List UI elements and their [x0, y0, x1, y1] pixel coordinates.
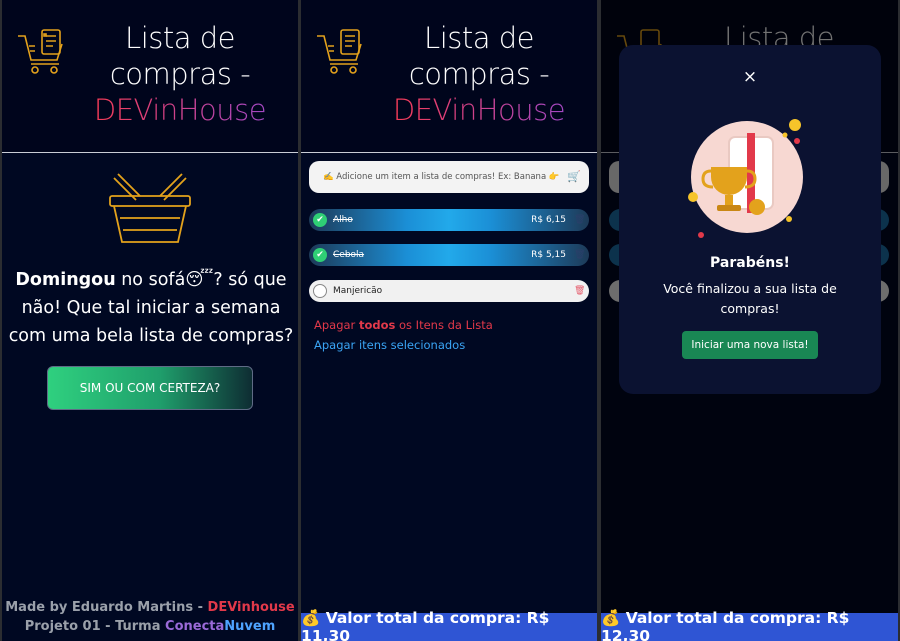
unchecked-circle-icon[interactable]: [313, 284, 327, 298]
app-header: Lista de compras - DEVinHouse: [2, 0, 298, 153]
completion-screen: Lista de compras - DEVinHouse × Parab: [601, 0, 898, 641]
app-title: Lista de compras - DEVinHouse: [373, 20, 585, 128]
shopping-cart-icon: [317, 29, 362, 74]
trash-icon[interactable]: 🗑: [574, 286, 585, 297]
checked-icon[interactable]: ✔: [313, 213, 327, 227]
trash-icon[interactable]: 🗑: [574, 250, 585, 261]
close-icon[interactable]: ×: [740, 67, 760, 87]
modal-title: Parabéns!: [710, 255, 790, 271]
start-list-button[interactable]: SIM OU COM CERTEZA?: [47, 366, 253, 410]
add-item-bar: 🛒: [309, 161, 589, 193]
greeting-text: Domingou no sofá😴? só que não! Que tal i…: [8, 270, 294, 346]
congrats-modal: × Parabéns! Você finalizou a sua lista d…: [619, 45, 881, 394]
delete-all-link[interactable]: Apagar todos os Itens da Lista: [314, 318, 493, 332]
basket-icon: [109, 173, 191, 243]
add-to-cart-icon[interactable]: 🛒: [567, 171, 581, 183]
shopping-cart-icon: [18, 29, 63, 74]
list-item[interactable]: ✔ Alho R$ 6,15 🗑: [309, 209, 589, 231]
trophy-icon: [688, 119, 803, 238]
add-item-input[interactable]: [323, 172, 567, 182]
list-item[interactable]: Manjericão 🗑: [309, 280, 589, 302]
welcome-screen: Lista de compras - DEVinHouse Domingou n…: [2, 0, 298, 641]
checked-icon[interactable]: ✔: [313, 248, 327, 262]
item-price: R$ 5,15: [531, 250, 566, 260]
item-price: R$ 6,15: [531, 215, 566, 225]
list-item[interactable]: ✔ Cebola R$ 5,15 🗑: [309, 244, 589, 266]
total-bar: 💰 Valor total da compra: R$ 11,30: [301, 609, 597, 641]
trash-icon[interactable]: 🗑: [574, 215, 585, 226]
credits: Made by Eduardo Martins - DEVinhouse Pro…: [5, 600, 295, 634]
shopping-list-screen: Lista de compras - DEVinHouse 🛒 ✔ Alho R…: [301, 0, 597, 641]
app-title: Lista de compras - DEVinHouse: [74, 20, 286, 128]
total-bar: 💰 Valor total da compra: R$ 12,30: [601, 609, 898, 641]
item-name: Cebola: [333, 250, 365, 260]
delete-selected-link[interactable]: Apagar itens selecionados: [314, 338, 465, 352]
item-name: Manjericão: [333, 286, 383, 296]
brand-name: DEVinHouse: [373, 92, 585, 128]
brand-name: DEVinHouse: [74, 92, 286, 128]
app-header: Lista de compras - DEVinHouse: [301, 0, 597, 153]
modal-body: Você finalizou a sua lista de compras!: [663, 281, 837, 316]
item-name: Alho: [333, 215, 353, 225]
new-list-button[interactable]: Iniciar uma nova lista!: [682, 331, 818, 359]
